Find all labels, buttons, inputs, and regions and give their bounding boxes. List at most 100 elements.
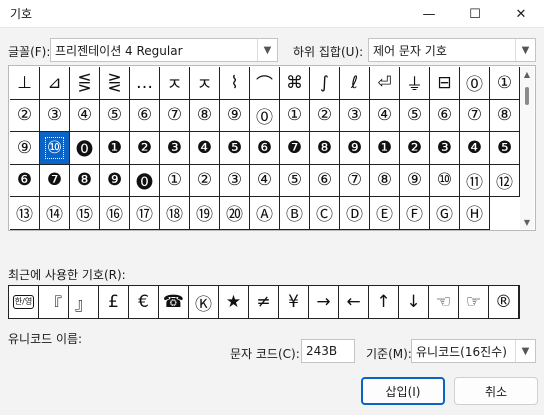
symbol-cell[interactable]: … <box>130 67 160 100</box>
recent-symbol-cell[interactable]: ¥ <box>279 286 309 318</box>
symbol-cell[interactable]: ⌇ <box>220 67 250 100</box>
symbol-cell[interactable]: ⓿ <box>130 164 160 197</box>
symbol-cell[interactable]: ∫ <box>310 67 340 100</box>
basis-select[interactable]: 유니코드(16진수) ▼ <box>411 339 536 363</box>
symbol-cell[interactable]: ❺ <box>220 132 250 165</box>
chevron-down-icon[interactable]: ▼ <box>515 340 535 362</box>
symbol-cell[interactable]: ⑦ <box>340 164 370 197</box>
recent-symbol-cell[interactable]: ★ <box>219 286 249 318</box>
symbol-cell[interactable]: ❸ <box>430 132 460 165</box>
symbol-cell[interactable]: ⑮ <box>70 197 100 230</box>
symbol-cell[interactable]: ⑥ <box>130 99 160 132</box>
symbol-cell[interactable]: ④ <box>70 99 100 132</box>
recent-symbol-cell[interactable]: ↑ <box>369 286 399 318</box>
recent-symbol-cell[interactable]: ® <box>489 286 519 318</box>
recent-symbol-cell[interactable]: Ⓚ <box>189 286 219 318</box>
symbol-cell[interactable]: ⏎ <box>370 67 400 100</box>
symbol-cell[interactable]: ❶ <box>100 132 130 165</box>
symbol-cell[interactable]: ⑯ <box>100 197 130 230</box>
symbol-cell[interactable]: ⑤ <box>280 164 310 197</box>
symbol-cell[interactable]: ⋚ <box>70 67 100 100</box>
symbol-cell[interactable]: ⑨ <box>400 164 430 197</box>
symbol-cell[interactable]: ④ <box>370 99 400 132</box>
symbol-cell[interactable]: ② <box>10 99 40 132</box>
symbol-cell[interactable]: ⑩ <box>430 164 460 197</box>
symbol-cell[interactable]: ⋛ <box>100 67 130 100</box>
recent-symbol-cell[interactable]: 한/영 <box>9 286 39 318</box>
minimize-button[interactable]: — <box>406 0 452 28</box>
symbol-cell[interactable]: ⑭ <box>40 197 70 230</box>
symbol-cell[interactable]: ⑰ <box>130 197 160 230</box>
font-select[interactable]: 프리젠테이션 4 Regular ▼ <box>50 38 278 62</box>
recent-symbol-cell[interactable]: ← <box>339 286 369 318</box>
symbol-cell[interactable]: ❽ <box>310 132 340 165</box>
symbol-cell[interactable]: ⑱ <box>160 197 190 230</box>
recent-symbol-cell[interactable]: ↓ <box>399 286 429 318</box>
symbol-cell[interactable]: ⓿ <box>70 132 100 165</box>
symbol-cell[interactable]: ⑨ <box>220 99 250 132</box>
recent-symbol-cell[interactable]: 『 <box>39 286 69 318</box>
chevron-down-icon[interactable]: ▼ <box>257 39 277 61</box>
symbol-cell[interactable]: Ⓔ <box>370 197 400 230</box>
symbol-cell[interactable]: ⊥ <box>10 67 40 100</box>
symbol-cell[interactable]: ⑧ <box>370 164 400 197</box>
symbol-cell[interactable]: ① <box>280 99 310 132</box>
symbol-cell[interactable]: ❺ <box>490 132 520 165</box>
symbol-cell[interactable]: ⓪ <box>460 67 490 100</box>
symbol-cell[interactable]: ⑥ <box>430 99 460 132</box>
symbol-cell[interactable]: ⑳ <box>220 197 250 230</box>
recent-symbol-cell[interactable]: ☎ <box>159 286 189 318</box>
symbol-cell[interactable]: ❹ <box>190 132 220 165</box>
symbol-cell[interactable]: ② <box>190 164 220 197</box>
symbol-cell[interactable]: ❾ <box>100 164 130 197</box>
symbol-cell[interactable]: ⑤ <box>400 99 430 132</box>
scroll-up-icon[interactable]: ▲ <box>520 67 534 81</box>
close-button[interactable]: ✕ <box>498 0 544 28</box>
symbol-cell[interactable]: ⓪ <box>250 99 280 132</box>
grid-scrollbar[interactable]: ▲ ▼ <box>520 67 534 229</box>
symbol-cell[interactable]: ④ <box>250 164 280 197</box>
symbol-cell[interactable]: ❹ <box>460 132 490 165</box>
symbol-cell[interactable]: Ⓓ <box>340 197 370 230</box>
recent-symbol-cell[interactable]: 』 <box>69 286 99 318</box>
scroll-thumb[interactable] <box>525 87 529 105</box>
symbol-cell[interactable]: ① <box>490 67 520 100</box>
symbol-cell[interactable]: ❻ <box>10 164 40 197</box>
symbol-cell[interactable]: ⊟ <box>430 67 460 100</box>
symbol-cell[interactable]: ⑤ <box>100 99 130 132</box>
scroll-down-icon[interactable]: ▼ <box>520 215 534 229</box>
symbol-cell[interactable]: ⑧ <box>190 99 220 132</box>
symbol-cell[interactable]: ③ <box>220 164 250 197</box>
symbol-cell[interactable]: ⑩ <box>40 132 70 165</box>
symbol-cell[interactable]: Ⓑ <box>280 197 310 230</box>
symbol-cell[interactable]: ❽ <box>70 164 100 197</box>
symbol-cell[interactable]: ⑬ <box>10 197 40 230</box>
symbol-cell[interactable]: Ⓗ <box>460 197 490 230</box>
symbol-cell[interactable]: ③ <box>340 99 370 132</box>
symbol-cell[interactable]: ⑫ <box>490 164 520 197</box>
maximize-button[interactable]: ☐ <box>452 0 498 28</box>
symbol-cell[interactable]: ㅈ <box>160 67 190 100</box>
symbol-cell[interactable]: ⏚ <box>400 67 430 100</box>
symbol-cell[interactable]: ❷ <box>400 132 430 165</box>
symbol-cell[interactable]: ❾ <box>340 132 370 165</box>
recent-symbol-cell[interactable]: ☜ <box>429 286 459 318</box>
symbol-cell[interactable]: ⑲ <box>190 197 220 230</box>
symbol-cell[interactable]: Ⓐ <box>250 197 280 230</box>
recent-symbol-cell[interactable]: → <box>309 286 339 318</box>
symbol-cell[interactable]: ⑨ <box>10 132 40 165</box>
symbol-cell[interactable]: ❻ <box>250 132 280 165</box>
recent-symbol-cell[interactable]: £ <box>99 286 129 318</box>
cancel-button[interactable]: 취소 <box>454 377 538 405</box>
symbol-cell[interactable]: Ⓒ <box>310 197 340 230</box>
symbol-cell[interactable]: ㅈ <box>190 67 220 100</box>
symbol-cell[interactable]: ❸ <box>160 132 190 165</box>
symbol-cell[interactable]: Ⓕ <box>400 197 430 230</box>
symbol-cell[interactable]: ⌒ <box>250 67 280 100</box>
symbol-cell[interactable]: ❷ <box>130 132 160 165</box>
symbol-cell[interactable]: Ⓖ <box>430 197 460 230</box>
symbol-cell[interactable]: ❼ <box>40 164 70 197</box>
symbol-cell[interactable]: ⑥ <box>310 164 340 197</box>
symbol-cell[interactable]: ⑪ <box>460 164 490 197</box>
symbol-cell[interactable]: ⑧ <box>490 99 520 132</box>
